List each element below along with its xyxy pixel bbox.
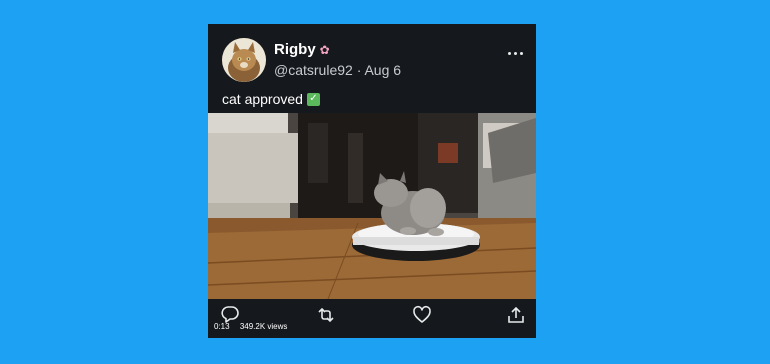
video-views: 349.2K views (239, 322, 288, 331)
video-media[interactable] (208, 113, 536, 299)
display-name[interactable]: Rigby (274, 41, 316, 58)
name-row: Rigby ✿ (274, 41, 330, 58)
video-time: 0:13 (214, 322, 230, 331)
tweet-header: Rigby ✿ @catsrule92 · Aug 6 (222, 38, 526, 86)
retweet-icon[interactable] (316, 305, 336, 325)
heart-icon[interactable] (412, 305, 432, 325)
avatar[interactable] (222, 38, 266, 82)
tweet-text: cat approved (222, 91, 303, 107)
more-horizontal-icon[interactable] (508, 42, 526, 55)
tweet-card[interactable]: Rigby ✿ @catsrule92 · Aug 6 cat approved… (208, 24, 536, 338)
flower-icon: ✿ (319, 42, 330, 57)
tweet-text-row: cat approved ✓ (222, 91, 320, 107)
share-icon[interactable] (506, 305, 526, 325)
handle-date[interactable]: @catsrule92 · Aug 6 (274, 62, 401, 78)
video-stats: 0:13 349.2K views (214, 322, 295, 331)
check-mark-icon: ✓ (306, 92, 320, 106)
